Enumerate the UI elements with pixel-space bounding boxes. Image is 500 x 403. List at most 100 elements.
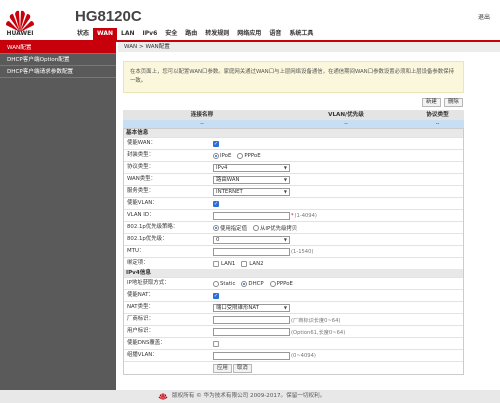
service-row: 服务类型： INTERNET ▼	[124, 185, 463, 197]
mtu-input[interactable]	[213, 248, 290, 256]
vlan-id-label: VLAN ID：	[127, 212, 155, 218]
nav-route[interactable]: 路由	[181, 28, 201, 40]
copyright-text: 版权所有 © 华为技术有限公司 2009-2017。保留一切权利。	[172, 393, 326, 399]
ip-dhcp-radio[interactable]	[241, 281, 248, 287]
col-connection-name: 连接名称	[190, 112, 214, 118]
device-model: HG8120C	[75, 8, 142, 25]
cancel-button[interactable]: 取消	[233, 364, 252, 373]
ip-mode-label: IP地址获取方式：	[127, 280, 170, 286]
multicast-vlan-label: 组播VLAN：	[127, 352, 158, 358]
nav-wan[interactable]: WAN	[93, 28, 118, 40]
encap-row: 封装类型： IPoE PPPoE	[124, 149, 463, 161]
user-id-input[interactable]	[213, 328, 290, 336]
ip-mode-row: IP地址获取方式： Static DHCP PPPoE	[124, 277, 463, 289]
nav-lan[interactable]: LAN	[117, 28, 139, 40]
chevron-down-icon: ▼	[283, 177, 287, 182]
enable-vlan-label: 使能VLAN：	[127, 200, 158, 206]
required-mark: *	[291, 213, 294, 219]
dns-override-label: 使能DNS覆盖：	[127, 340, 166, 346]
p8021-policy-row: 802.1p优先级策略： 使用指定值 从IP优先级拷贝	[124, 221, 463, 233]
enable-vlan-checkbox[interactable]: ✓	[213, 201, 219, 207]
p8021-select[interactable]: 0 ▼	[213, 236, 290, 244]
wan-mode-row: WAN类型： 路由WAN ▼	[124, 173, 463, 185]
mtu-label: MTU：	[127, 248, 145, 254]
ip-static-radio[interactable]	[213, 281, 219, 287]
nav-system-tools[interactable]: 系统工具	[285, 28, 317, 40]
mtu-hint: (1-1540)	[291, 249, 314, 255]
vlan-id-hint: (1-4094)	[294, 213, 317, 219]
notice-box: 在本页面上，您可以配置WAN口参数。家庭网关通过WAN口与上层网络设备通信，在通…	[123, 61, 464, 93]
dns-override-checkbox[interactable]	[213, 341, 219, 347]
chevron-down-icon: ▼	[283, 189, 287, 194]
binding-lan2-label: LAN2	[249, 261, 264, 267]
vendor-id-input[interactable]	[213, 316, 290, 324]
enable-vlan-row: 使能VLAN： ✓	[124, 197, 463, 209]
delete-button[interactable]: 删除	[444, 98, 463, 107]
wan-config-form: 基本信息 使能WAN： ✓ 封装类型： IPoE PPPoE 协议类型： IPv…	[123, 128, 464, 375]
chevron-down-icon: ▼	[283, 165, 287, 170]
protocol-row: 协议类型： IPv4 ▼	[124, 161, 463, 173]
chevron-down-icon: ▼	[283, 237, 287, 242]
vendor-id-row: 厂商标识： (厂商标识长度0~64)	[124, 313, 463, 325]
sidebar-item-wan-config[interactable]: WAN配置	[0, 42, 116, 54]
p8021-row: 802.1p优先级： 0 ▼	[124, 233, 463, 245]
encap-pppoe-label: PPPoE	[244, 153, 261, 159]
encap-pppoe-radio[interactable]	[237, 153, 244, 159]
binding-lan1-checkbox[interactable]	[213, 261, 219, 267]
ipv4-info-title: IPv4信息	[124, 269, 463, 277]
user-id-label: 用户标识：	[127, 328, 154, 334]
wan-mode-select[interactable]: 路由WAN ▼	[213, 176, 290, 184]
encap-label: 封装类型：	[127, 152, 154, 158]
protocol-label: 协议类型：	[127, 164, 154, 170]
multicast-vlan-hint: (0~4094)	[291, 353, 316, 359]
cell-vlan-priority: --	[344, 121, 348, 127]
ip-dhcp-label: DHCP	[248, 281, 264, 287]
p8021-copy-radio[interactable]	[252, 225, 259, 231]
vlan-id-input[interactable]	[213, 212, 290, 220]
sidebar-item-dhcp-request[interactable]: DHCP客户端请求参数配置	[0, 66, 116, 78]
apply-button[interactable]: 应用	[213, 364, 232, 373]
service-label: 服务类型：	[127, 188, 154, 194]
connection-table-header: 连接名称 VLAN/优先级 协议类型	[123, 110, 464, 120]
nav-voice[interactable]: 语音	[265, 28, 285, 40]
binding-label: 绑定项：	[127, 260, 149, 266]
new-button[interactable]: 新建	[422, 98, 441, 107]
vendor-id-label: 厂商标识：	[127, 316, 154, 322]
logout-link[interactable]: 退出	[478, 12, 490, 21]
nav-forward[interactable]: 转发规则	[201, 28, 233, 40]
basic-info-title: 基本信息	[124, 129, 463, 137]
wan-mode-label: WAN类型：	[127, 176, 156, 182]
enable-nat-checkbox[interactable]: ✓	[213, 293, 219, 299]
multicast-vlan-input[interactable]	[213, 352, 290, 360]
nat-type-label: NAT类型：	[127, 304, 154, 310]
nat-type-select[interactable]: 端口受限锥形NAT ▼	[213, 304, 290, 312]
service-select[interactable]: INTERNET ▼	[213, 188, 290, 196]
enable-wan-row: 使能WAN： ✓	[124, 137, 463, 149]
user-id-hint: (Option61,长度0~64)	[291, 329, 346, 336]
binding-lan1-label: LAN1	[221, 261, 236, 267]
ip-static-label: Static	[220, 281, 236, 287]
col-protocol: 协议类型	[426, 112, 449, 118]
nav-status[interactable]: 状态	[73, 28, 93, 40]
chevron-down-icon: ▼	[283, 305, 287, 310]
nav-security[interactable]: 安全	[161, 28, 181, 40]
mtu-row: MTU： (1-1540)	[124, 245, 463, 257]
enable-wan-checkbox[interactable]: ✓	[213, 141, 219, 147]
vendor-id-hint: (厂商标识长度0~64)	[291, 317, 341, 324]
nav-ipv6[interactable]: IPv6	[139, 28, 162, 40]
sidebar-item-dhcp-option[interactable]: DHCP客户端Option配置	[0, 54, 116, 66]
binding-lan2-checkbox[interactable]	[241, 261, 248, 267]
cell-protocol: --	[435, 121, 440, 127]
ip-pppoe-radio[interactable]	[269, 281, 276, 287]
nav-network-app[interactable]: 网络应用	[233, 28, 265, 40]
enable-wan-label: 使能WAN：	[127, 140, 156, 146]
protocol-select[interactable]: IPv4 ▼	[213, 164, 290, 172]
top-nav: 状态 WAN LAN IPv6 安全 路由 转发规则 网络应用 语音 系统工具	[73, 28, 317, 40]
p8021-policy-label: 802.1p优先级策略：	[127, 224, 179, 230]
enable-nat-label: 使能NAT：	[127, 292, 154, 298]
header: HUAWEI HG8120C 退出 状态 WAN LAN IPv6 安全 路由 …	[0, 0, 500, 40]
table-row[interactable]: -- -- --	[123, 120, 464, 128]
p8021-specified-radio[interactable]	[213, 225, 219, 231]
encap-ipoe-radio[interactable]	[213, 153, 219, 159]
huawei-logo-icon	[158, 393, 168, 400]
